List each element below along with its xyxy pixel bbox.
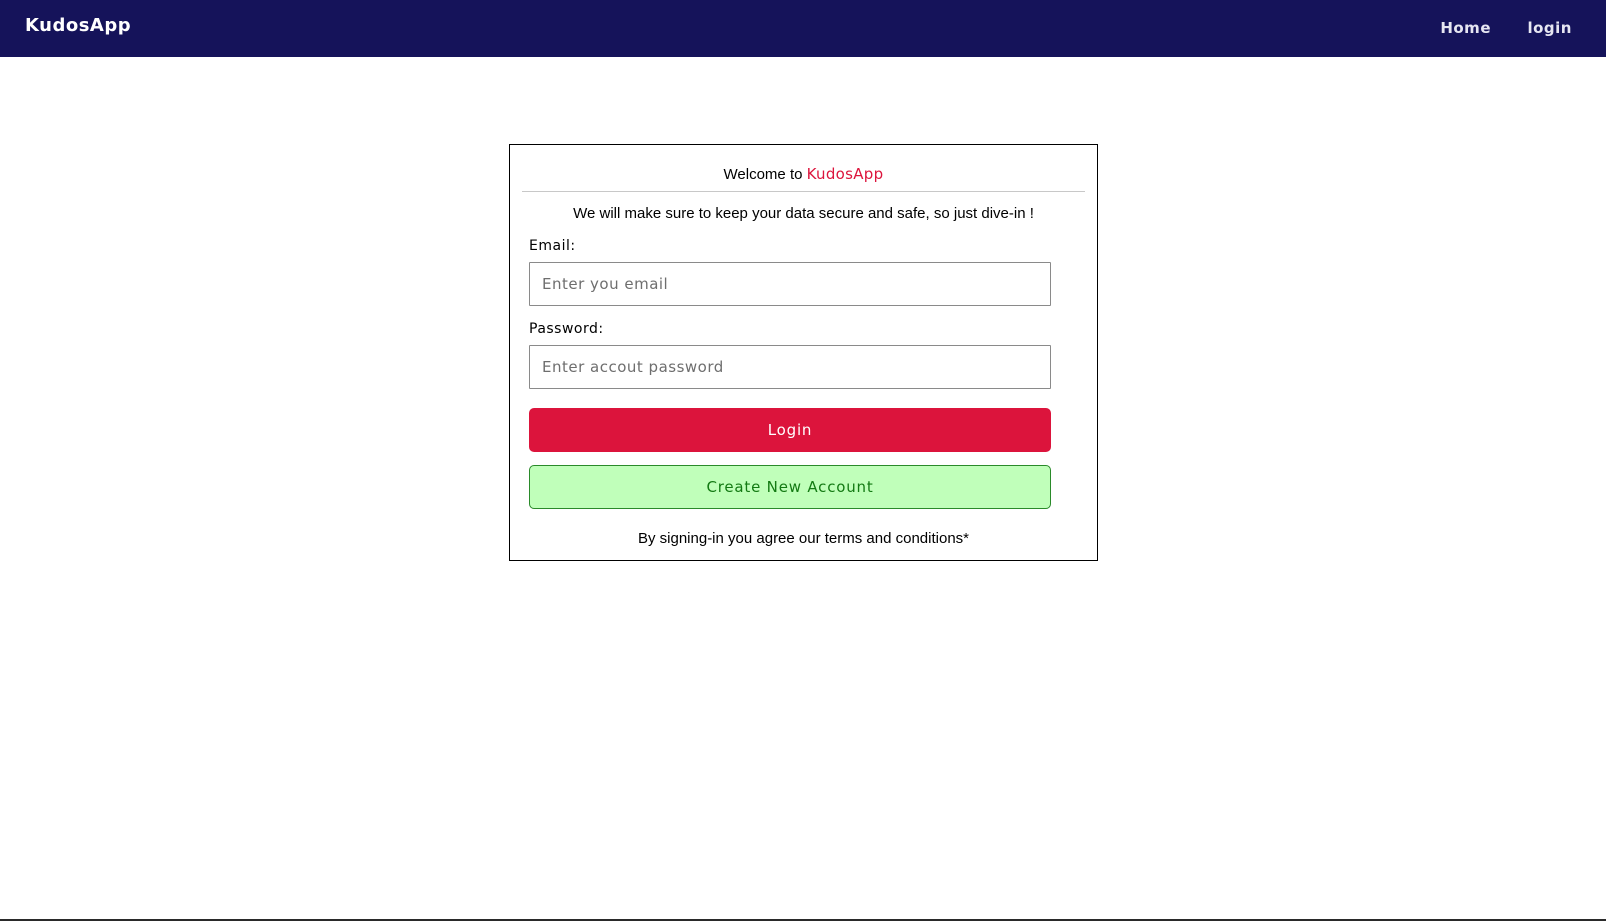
welcome-brand: KudosApp	[806, 165, 884, 183]
top-navbar: KudosApp Home login	[0, 0, 1606, 57]
card-header: Welcome to KudosApp	[522, 145, 1085, 192]
nav-link-home[interactable]: Home	[1440, 19, 1491, 37]
email-label: Email:	[529, 238, 576, 254]
nav-link-login[interactable]: login	[1527, 19, 1572, 37]
login-card: Welcome to KudosApp We will make sure to…	[509, 144, 1098, 561]
brand-logo[interactable]: KudosApp	[25, 15, 131, 36]
password-input[interactable]	[529, 345, 1051, 389]
card-subtitle: We will make sure to keep your data secu…	[573, 205, 1034, 222]
terms-notice: By signing-in you agree our terms and co…	[637, 530, 970, 547]
password-label: Password:	[529, 321, 604, 337]
create-account-button[interactable]: Create New Account	[529, 465, 1051, 509]
login-button[interactable]: Login	[529, 408, 1051, 452]
email-input[interactable]	[529, 262, 1051, 306]
welcome-text: Welcome to	[723, 166, 807, 183]
